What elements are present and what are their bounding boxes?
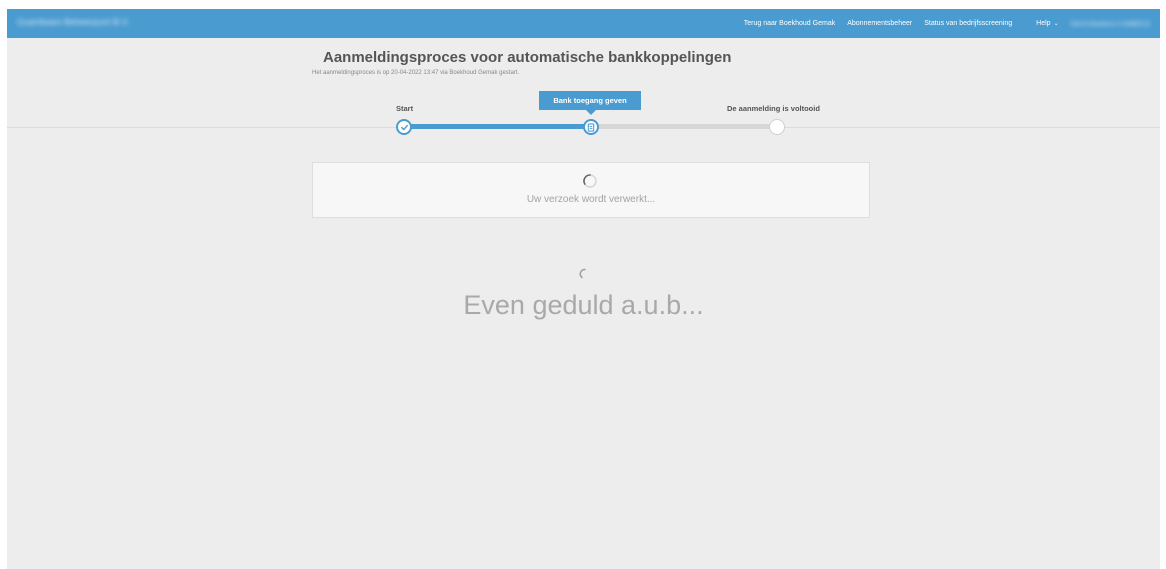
app-window: Guardware Beheerpunt B.V. Terug naar Boe…	[7, 9, 1160, 569]
step-done-label: De aanmelding is voltooid	[727, 104, 820, 113]
step-bank-access-node	[583, 119, 599, 135]
company-screening-status-link[interactable]: Status van bedrijfsscreening	[924, 20, 1012, 27]
loading-spinner-icon	[583, 174, 597, 188]
help-menu-label: Help	[1036, 20, 1051, 27]
step-start-node	[396, 119, 412, 135]
check-icon	[400, 124, 408, 130]
page-subtitle: Het aanmeldingsproces is op 20-04-2022 1…	[312, 70, 520, 76]
step-done-node	[769, 119, 785, 135]
back-to-boekhoud-gemak-link[interactable]: Terug naar Boekhoud Gemak	[744, 20, 835, 27]
top-navigation-bar: Guardware Beheerpunt B.V. Terug naar Boe…	[7, 9, 1160, 38]
please-wait-message: Even geduld a.u.b...	[463, 290, 704, 320]
processing-message: Uw verzoek wordt verwerkt...	[526, 194, 656, 205]
chevron-down-icon: ⌄	[1053, 21, 1059, 27]
processing-panel: Uw verzoek wordt verwerkt...	[312, 162, 870, 218]
page-title: Aanmeldingsproces voor automatische bank…	[323, 49, 732, 66]
top-nav-links: Terug naar Boekhoud Gemak Abonnementsbeh…	[732, 9, 1150, 38]
loading-spinner-icon	[579, 268, 586, 279]
progress-fill	[404, 124, 591, 129]
company-name[interactable]: Guardware Beheerpunt B.V.	[17, 17, 129, 27]
help-menu[interactable]: Help ⌄	[1024, 20, 1058, 27]
current-step-label: Bank toegang geven	[553, 96, 627, 105]
subscription-management-link[interactable]: Abonnementsbeheer	[847, 20, 912, 27]
bank-icon	[587, 122, 595, 132]
step-start-label: Start	[396, 104, 414, 113]
user-menu[interactable]: Gerrit Boelens ▾ 0488213	[1071, 20, 1150, 28]
current-step-tag: Bank toegang geven	[539, 91, 641, 115]
